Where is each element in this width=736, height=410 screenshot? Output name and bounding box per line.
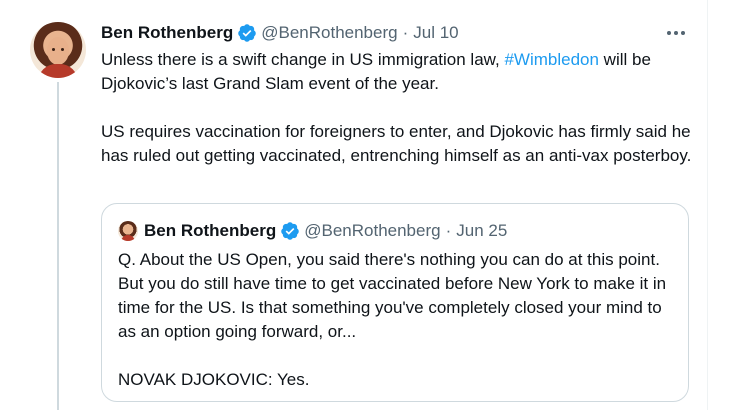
quoted-tweet-date: Jun 25 — [456, 221, 508, 240]
verified-badge-icon — [238, 24, 256, 42]
tweet-paragraph-1: Unless there is a swift change in US imm… — [101, 48, 696, 96]
quoted-paragraph-1: Q. About the US Open, you said there's n… — [118, 250, 667, 341]
quoted-author-handle: @BenRothenberg — [304, 221, 441, 240]
quoted-paragraph-2: NOVAK DJOKOVIC: Yes. — [118, 370, 310, 389]
quoted-paragraph-gap — [118, 344, 674, 368]
avatar-column — [30, 22, 86, 78]
tweet-date[interactable]: Jul 10 — [413, 22, 458, 44]
more-dot — [681, 31, 685, 35]
quoted-tweet-header: Ben Rothenberg @BenRothenberg · Jun 25 — [118, 220, 507, 242]
author-name[interactable]: Ben Rothenberg — [101, 22, 233, 44]
avatar-shirt — [38, 64, 78, 78]
more-dot — [674, 31, 678, 35]
more-options-icon[interactable] — [664, 24, 688, 42]
quoted-tweet-text: Q. About the US Open, you said there's n… — [118, 248, 674, 392]
quoted-header-separator: · — [445, 221, 452, 240]
verified-badge-icon — [281, 222, 299, 240]
header-separator: · — [402, 23, 409, 42]
tweet-header: Ben Rothenberg @BenRothenberg · Jul 10 — [101, 22, 696, 44]
author-handle[interactable]: @BenRothenberg — [261, 22, 397, 44]
avatar[interactable] — [30, 22, 86, 78]
quoted-tweet[interactable]: Ben Rothenberg @BenRothenberg · Jun 25 Q… — [101, 203, 689, 402]
text-before-hashtag: Unless there is a swift change in US imm… — [101, 50, 505, 69]
tweet-content: Ben Rothenberg @BenRothenberg · Jul 10 U… — [101, 22, 696, 168]
tweet[interactable]: Ben Rothenberg @BenRothenberg · Jul 10 U… — [0, 0, 708, 410]
avatar-eye-right — [61, 48, 64, 51]
avatar-eye-left — [52, 48, 55, 51]
quoted-avatar — [118, 221, 138, 241]
quoted-author-name: Ben Rothenberg — [144, 221, 277, 240]
tweet-text: Unless there is a swift change in US imm… — [101, 48, 696, 168]
tweet-paragraph-2: US requires vaccination for foreigners t… — [101, 122, 692, 165]
more-dot — [667, 31, 671, 35]
hashtag-link[interactable]: #Wimbledon — [504, 50, 599, 69]
thread-line — [57, 82, 59, 410]
avatar-face — [47, 37, 69, 65]
